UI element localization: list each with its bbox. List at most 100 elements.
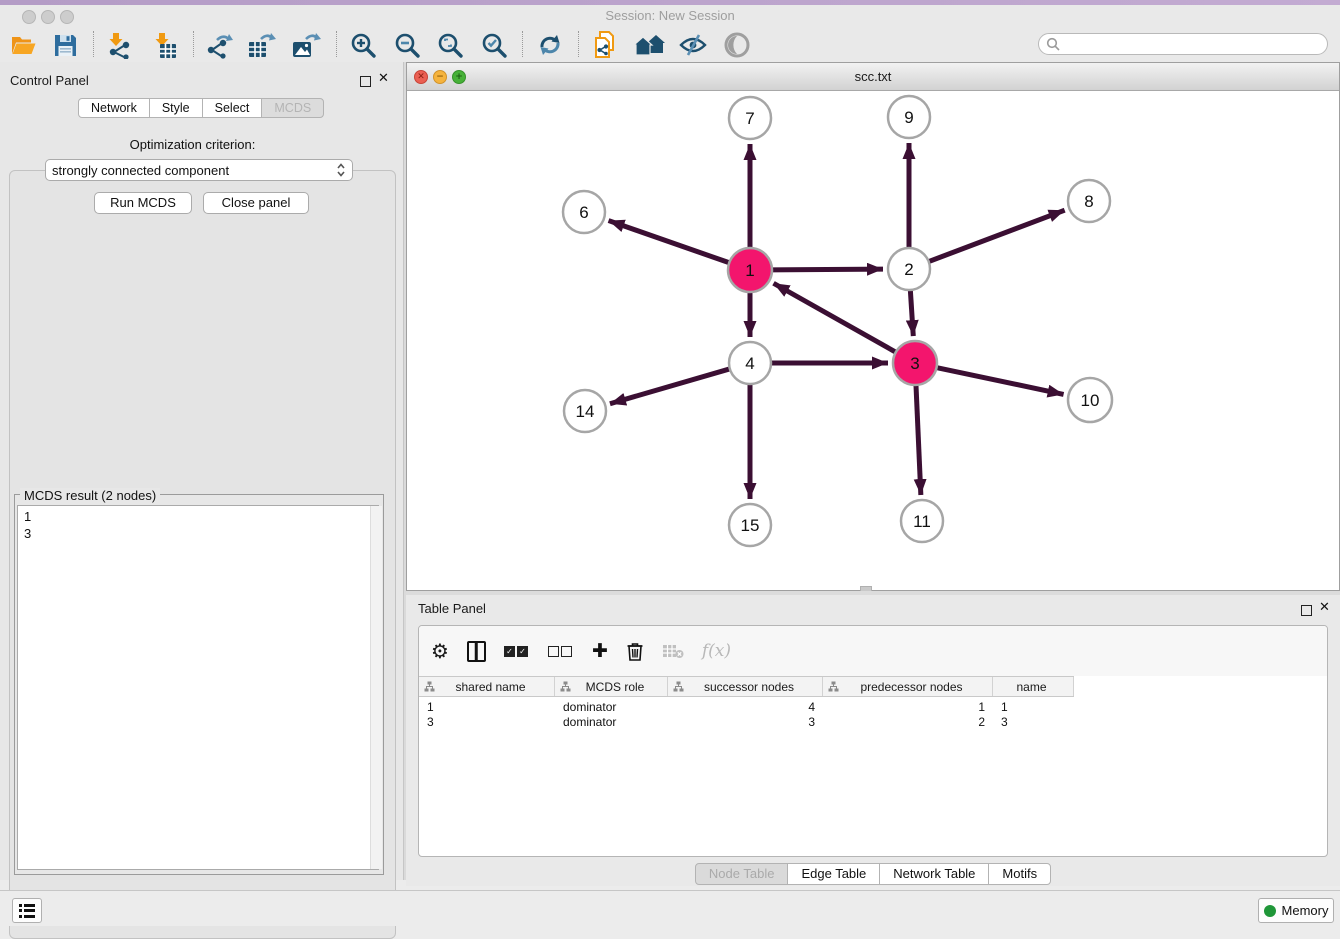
tab-mcds[interactable]: MCDS bbox=[261, 98, 324, 118]
graph-node-label-10: 10 bbox=[1081, 391, 1100, 410]
save-session-icon[interactable] bbox=[50, 31, 80, 59]
cell-name[interactable]: 1 bbox=[993, 700, 1074, 715]
control-panel: Control Panel ✕ Network Style Select MCD… bbox=[0, 62, 403, 880]
cell-predecessor-nodes[interactable]: 1 bbox=[823, 700, 993, 715]
hide-eye-icon[interactable] bbox=[678, 31, 708, 59]
refresh-layout-icon[interactable] bbox=[534, 31, 566, 59]
tab-select[interactable]: Select bbox=[202, 98, 263, 118]
graph-node-label-4: 4 bbox=[745, 354, 754, 373]
toggle-column-panel-icon[interactable] bbox=[467, 638, 486, 664]
column-header-name[interactable]: name bbox=[993, 677, 1074, 696]
memory-button[interactable]: Memory bbox=[1258, 898, 1334, 923]
toolbar-separator bbox=[522, 31, 524, 57]
table-toolbar: ⚙ ✓✓ ✚ f(x) bbox=[419, 626, 1327, 676]
cell-mcds-role[interactable]: dominator bbox=[555, 715, 668, 730]
network-close-button[interactable]: ✕ bbox=[414, 70, 428, 84]
tab-motifs[interactable]: Motifs bbox=[988, 863, 1051, 885]
cell-mcds-role[interactable]: dominator bbox=[555, 700, 668, 715]
cell-shared-name[interactable]: 1 bbox=[419, 700, 555, 715]
add-row-icon[interactable]: ✚ bbox=[592, 638, 608, 664]
search-input[interactable] bbox=[1060, 36, 1314, 52]
run-mcds-button[interactable]: Run MCDS bbox=[94, 192, 192, 214]
control-panel-tabs: Network Style Select MCDS bbox=[78, 98, 324, 118]
network-canvas[interactable]: 7968124314101511 bbox=[407, 91, 1339, 590]
graph-edge-4-14[interactable] bbox=[610, 368, 732, 403]
home-networks-icon[interactable] bbox=[633, 31, 667, 59]
import-network-icon[interactable] bbox=[104, 31, 134, 59]
open-file-icon[interactable] bbox=[8, 31, 38, 59]
memory-status-dot bbox=[1264, 905, 1276, 917]
network-maximize-button[interactable]: + bbox=[452, 70, 466, 84]
export-table-icon[interactable] bbox=[246, 31, 276, 59]
column-header-successor-nodes[interactable]: successor nodes bbox=[668, 677, 823, 696]
cell-successor-nodes[interactable]: 3 bbox=[668, 715, 823, 730]
graph-node-label-3: 3 bbox=[910, 354, 919, 373]
mcds-result-list[interactable]: 1 3 bbox=[17, 505, 379, 870]
control-panel-close-icon[interactable]: ✕ bbox=[378, 71, 389, 86]
node-table-container: ⚙ ✓✓ ✚ f(x) shared name MCDS role bbox=[418, 625, 1328, 857]
deselect-all-icon[interactable] bbox=[548, 638, 574, 664]
control-panel-float-icon[interactable] bbox=[360, 74, 371, 92]
graph-node-label-14: 14 bbox=[576, 402, 595, 421]
graph-edge-3-10[interactable] bbox=[935, 367, 1064, 394]
table-panel-close-icon[interactable]: ✕ bbox=[1319, 600, 1330, 615]
zoom-out-icon[interactable] bbox=[392, 31, 422, 59]
tab-node-table[interactable]: Node Table bbox=[695, 863, 789, 885]
graph-edge-1-6[interactable] bbox=[609, 221, 732, 264]
duplicate-network-icon[interactable] bbox=[590, 31, 620, 59]
zoom-selected-icon[interactable] bbox=[479, 31, 509, 59]
graph-edge-2-8[interactable] bbox=[927, 210, 1065, 262]
graph-node-label-9: 9 bbox=[904, 108, 913, 127]
select-all-icon[interactable]: ✓✓ bbox=[504, 638, 530, 664]
network-window-titlebar[interactable]: ✕ − + scc.txt bbox=[407, 63, 1339, 91]
tab-network[interactable]: Network bbox=[78, 98, 150, 118]
titlebar: Session: New Session bbox=[0, 5, 1340, 27]
table-panel-float-icon[interactable] bbox=[1301, 603, 1312, 621]
network-minimize-button[interactable]: − bbox=[433, 70, 447, 84]
tab-edge-table[interactable]: Edge Table bbox=[787, 863, 880, 885]
delete-row-icon[interactable] bbox=[626, 638, 644, 664]
table-settings-icon[interactable]: ⚙ bbox=[431, 638, 449, 664]
birds-eye-icon[interactable] bbox=[722, 31, 752, 59]
status-bar: Memory bbox=[0, 890, 1340, 926]
export-image-icon[interactable] bbox=[290, 31, 322, 59]
chevron-up-down-icon bbox=[336, 162, 346, 178]
zoom-in-icon[interactable] bbox=[348, 31, 378, 59]
graph-node-label-1: 1 bbox=[745, 261, 754, 280]
tab-network-table[interactable]: Network Table bbox=[879, 863, 989, 885]
graph-edge-2-3[interactable] bbox=[910, 288, 913, 336]
mcds-result-group: 1 3 bbox=[14, 494, 384, 875]
criterion-dropdown[interactable]: strongly connected component bbox=[45, 159, 353, 181]
result-scrollbar[interactable] bbox=[370, 506, 382, 869]
column-header-mcds-role[interactable]: MCDS role bbox=[555, 677, 668, 696]
graph-node-label-7: 7 bbox=[745, 109, 754, 128]
column-type-icon bbox=[560, 681, 571, 692]
tab-style[interactable]: Style bbox=[149, 98, 203, 118]
column-type-icon bbox=[673, 681, 684, 692]
cell-successor-nodes[interactable]: 4 bbox=[668, 700, 823, 715]
export-network-icon[interactable] bbox=[204, 31, 234, 59]
toolbar-separator bbox=[578, 31, 580, 57]
column-header-predecessor-nodes[interactable]: predecessor nodes bbox=[823, 677, 993, 696]
zoom-fit-icon[interactable] bbox=[435, 31, 465, 59]
cell-shared-name[interactable]: 3 bbox=[419, 715, 555, 730]
import-table-icon[interactable] bbox=[150, 31, 180, 59]
column-header-shared-name[interactable]: shared name bbox=[419, 677, 555, 696]
graph-node-label-6: 6 bbox=[579, 203, 588, 222]
table-panel: Table Panel ✕ ⚙ ✓✓ ✚ f(x) shared name bbox=[406, 595, 1340, 886]
task-history-button[interactable] bbox=[12, 898, 42, 923]
search-icon bbox=[1046, 37, 1060, 51]
cell-name[interactable]: 3 bbox=[993, 715, 1074, 730]
cell-predecessor-nodes[interactable]: 2 bbox=[823, 715, 993, 730]
graph-edge-3-1[interactable] bbox=[774, 283, 898, 353]
close-panel-button[interactable]: Close panel bbox=[203, 192, 309, 214]
table-row[interactable]: 1 dominator 4 1 1 bbox=[419, 700, 1074, 715]
table-row[interactable]: 3 dominator 3 2 3 bbox=[419, 715, 1074, 730]
graph-edge-1-2[interactable] bbox=[770, 269, 883, 270]
graph-edge-3-11[interactable] bbox=[916, 383, 921, 495]
search-field[interactable] bbox=[1038, 33, 1328, 55]
window-title: Session: New Session bbox=[0, 5, 1340, 27]
column-type-icon bbox=[828, 681, 839, 692]
table-tabs: Node Table Edge Table Network Table Moti… bbox=[418, 863, 1328, 885]
mcds-result-line: 3 bbox=[24, 525, 372, 542]
